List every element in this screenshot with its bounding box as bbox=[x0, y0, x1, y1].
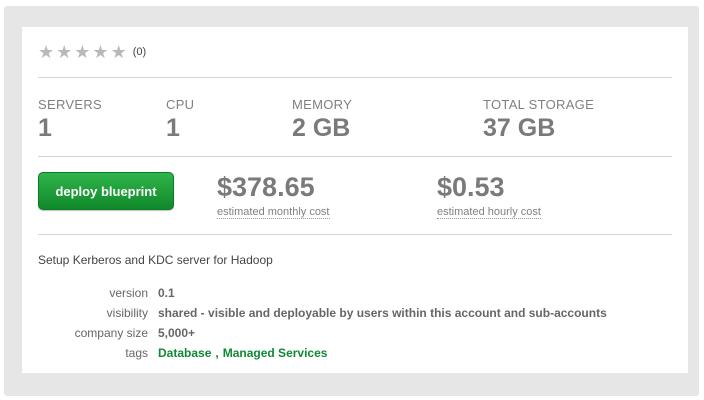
meta-key: company size bbox=[74, 326, 148, 340]
meta-row-tags: tags Database, Managed Services bbox=[38, 343, 658, 363]
cost-value: $0.53 bbox=[437, 172, 505, 202]
star-icon[interactable]: ★ bbox=[74, 43, 90, 61]
cost-value: $378.65 bbox=[217, 172, 315, 202]
stat-label: CPU bbox=[166, 97, 195, 112]
stat-memory: MEMORY 2 GB bbox=[292, 97, 352, 143]
divider bbox=[38, 156, 672, 157]
cost-label[interactable]: estimated monthly cost bbox=[217, 206, 330, 219]
tag-link-managed-services[interactable]: Managed Services bbox=[223, 346, 328, 360]
rating-count: (0) bbox=[132, 46, 147, 58]
meta-value: 5,000+ bbox=[158, 326, 196, 340]
tag-separator: , bbox=[215, 346, 219, 360]
hourly-cost: $0.53 estimated hourly cost bbox=[437, 172, 541, 220]
meta-row-version: version 0.1 bbox=[38, 283, 658, 303]
star-icon[interactable]: ★ bbox=[111, 43, 127, 61]
star-icon[interactable]: ★ bbox=[56, 43, 72, 61]
meta-key: tags bbox=[125, 346, 148, 360]
stat-value: 1 bbox=[38, 114, 52, 142]
meta-key: visibility bbox=[106, 306, 148, 320]
blueprint-card: ★ ★ ★ ★ ★ (0) SERVERS 1 CPU 1 MEMORY 2 G… bbox=[22, 27, 688, 373]
meta-row-company-size: company size 5,000+ bbox=[38, 323, 658, 343]
meta-value: shared - visible and deployable by users… bbox=[158, 306, 607, 320]
cost-label[interactable]: estimated hourly cost bbox=[437, 206, 541, 219]
blueprint-panel: ★ ★ ★ ★ ★ (0) SERVERS 1 CPU 1 MEMORY 2 G… bbox=[4, 6, 699, 396]
meta-value: Database, Managed Services bbox=[158, 346, 327, 360]
stat-label: TOTAL STORAGE bbox=[483, 97, 595, 112]
star-icon[interactable]: ★ bbox=[38, 43, 54, 61]
star-rating[interactable]: ★ ★ ★ ★ ★ (0) bbox=[38, 43, 147, 61]
stat-value: 1 bbox=[166, 114, 180, 142]
stat-label: MEMORY bbox=[292, 97, 353, 112]
stat-cpu: CPU 1 bbox=[166, 97, 194, 143]
tag-link-database[interactable]: Database bbox=[158, 346, 211, 360]
stat-value: 37 GB bbox=[483, 114, 556, 142]
meta-key: version bbox=[109, 286, 148, 300]
stat-total-storage: TOTAL STORAGE 37 GB bbox=[483, 97, 594, 143]
blueprint-description: Setup Kerberos and KDC server for Hadoop bbox=[38, 253, 273, 267]
star-icon[interactable]: ★ bbox=[92, 43, 108, 61]
meta-value: 0.1 bbox=[158, 286, 175, 300]
meta-row-visibility: visibility shared - visible and deployab… bbox=[38, 303, 658, 323]
stat-servers: SERVERS 1 bbox=[38, 97, 102, 143]
divider bbox=[38, 234, 672, 235]
stat-label: SERVERS bbox=[38, 97, 102, 112]
blueprint-metadata: version 0.1 visibility shared - visible … bbox=[38, 283, 658, 363]
deploy-blueprint-button[interactable]: deploy blueprint bbox=[38, 172, 174, 210]
stat-value: 2 GB bbox=[292, 114, 351, 142]
monthly-cost: $378.65 estimated monthly cost bbox=[217, 172, 330, 220]
divider bbox=[38, 77, 672, 78]
